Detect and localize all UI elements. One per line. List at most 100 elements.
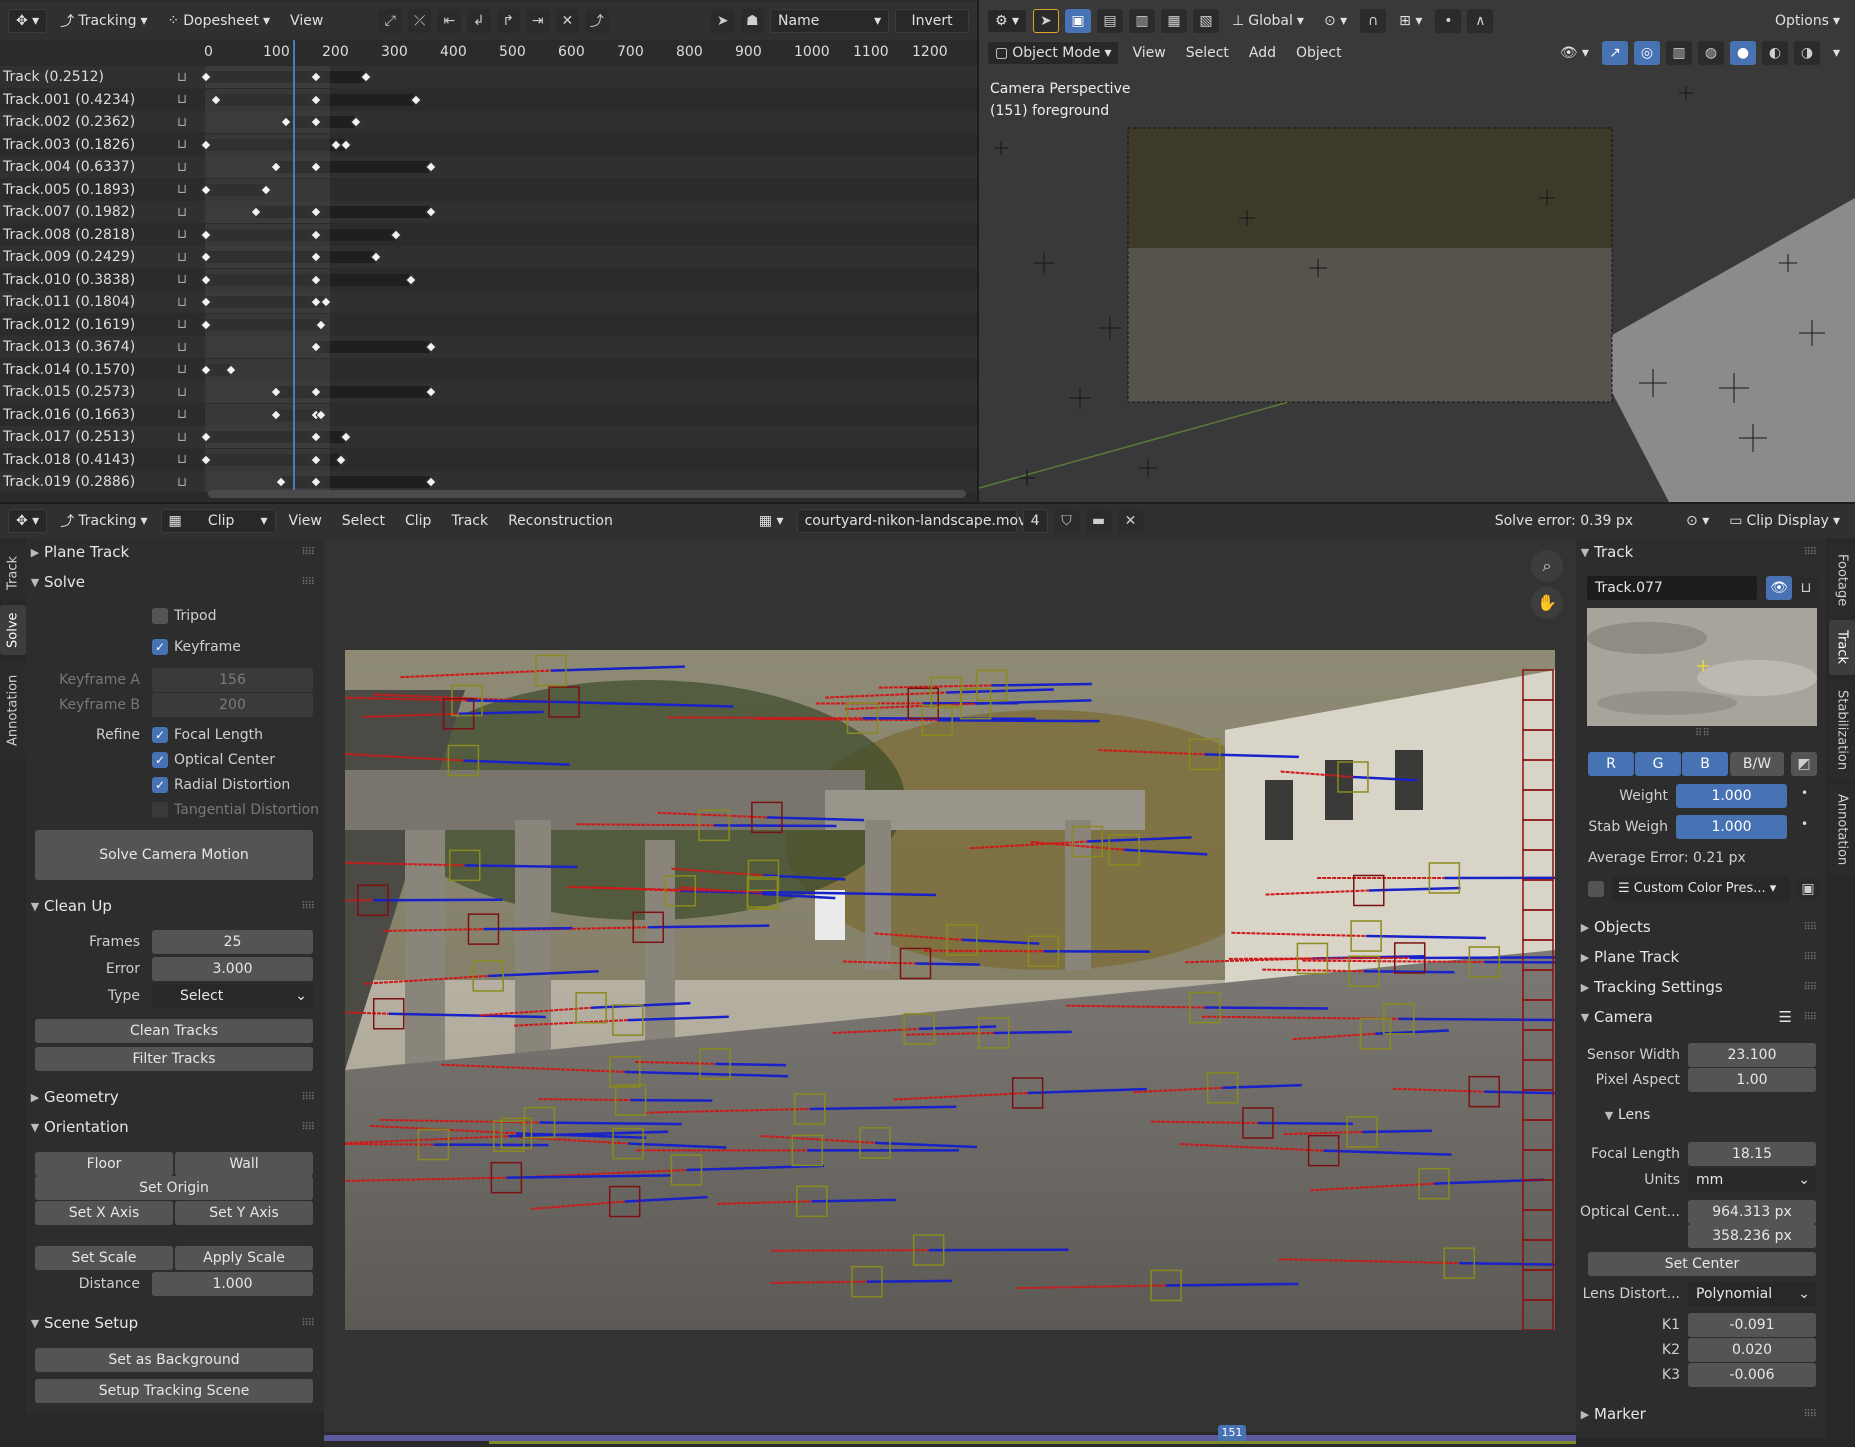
- clip-tracking-dropdown[interactable]: ⤴ Tracking ▾: [53, 509, 154, 533]
- plane-track-right-panel-header[interactable]: ▶ Plane Track ⠿⠿: [1576, 943, 1826, 971]
- pan-hand-icon[interactable]: ✋: [1531, 587, 1563, 619]
- grip-icon[interactable]: ⠿⠿: [1803, 547, 1817, 558]
- set-origin-button[interactable]: Set Origin: [35, 1176, 313, 1200]
- lock-icon[interactable]: ⊔: [177, 160, 187, 175]
- optical-center-y-field[interactable]: 358.236 px: [1688, 1224, 1816, 1248]
- lens-subpanel-header[interactable]: ▼ Lens: [1600, 1107, 1651, 1123]
- dopesheet-mode-dropdown[interactable]: ⁘ Dopesheet ▾: [161, 9, 278, 33]
- plane-track-panel-header[interactable]: ▶ Plane Track ⠿⠿: [26, 538, 324, 566]
- overlay-icon[interactable]: ◎: [1633, 41, 1660, 65]
- clip-timeline-bar[interactable]: 151: [324, 1425, 1576, 1447]
- setup-tracking-scene-button[interactable]: Setup Tracking Scene: [35, 1379, 313, 1403]
- track-row[interactable]: Track.010 (0.3838) ⊔: [0, 268, 977, 291]
- optical-center-x-field[interactable]: 964.313 px: [1688, 1200, 1816, 1224]
- track-row[interactable]: Track.003 (0.1826) ⊔: [0, 133, 977, 156]
- camera-panel-header[interactable]: ▼ Camera ☰ ⠿⠿: [1576, 1003, 1826, 1031]
- lock-icon[interactable]: ⊔: [177, 227, 187, 242]
- xray-icon[interactable]: ▥: [1665, 41, 1692, 65]
- select-subtract-icon[interactable]: ▥: [1129, 9, 1156, 33]
- lock-icon[interactable]: ⊔: [177, 452, 187, 467]
- track-row[interactable]: Track.001 (0.4234) ⊔: [0, 88, 977, 111]
- geometry-panel-header[interactable]: ▶ Geometry ⠿⠿: [26, 1083, 324, 1111]
- lock-icon[interactable]: ⊔: [177, 362, 187, 377]
- open-folder-icon[interactable]: ▬: [1085, 509, 1112, 533]
- invert-preview-icon[interactable]: ◩: [1791, 752, 1817, 776]
- track-row[interactable]: Track.009 (0.2429) ⊔: [0, 246, 977, 268]
- color-swatch-icon[interactable]: ▣: [1795, 877, 1821, 901]
- tab-annotation[interactable]: Annotation: [0, 660, 26, 760]
- lock-icon[interactable]: ⊔: [177, 205, 187, 220]
- set-scale-button[interactable]: Set Scale: [35, 1246, 173, 1270]
- grip-icon[interactable]: ⠿⠿: [1803, 952, 1817, 963]
- stab-weight-field[interactable]: 1.000: [1676, 815, 1787, 839]
- keyframe-tool-icon[interactable]: ⤢: [378, 9, 402, 33]
- track-panel-header[interactable]: ▼ Track ⠿⠿: [1576, 538, 1826, 566]
- track-row[interactable]: Track.019 (0.2886) ⊔: [0, 471, 977, 492]
- clip-mode-dropdown[interactable]: ▦ Clip ▾: [160, 509, 276, 533]
- material-shading-icon[interactable]: ◐: [1761, 41, 1788, 65]
- viewport-menu-select[interactable]: Select: [1179, 41, 1236, 65]
- select-icon[interactable]: ➤: [711, 9, 735, 33]
- grip-icon[interactable]: ⠿⠿: [301, 1092, 315, 1103]
- keyframe-b-field[interactable]: 200: [152, 693, 313, 717]
- track-row[interactable]: Track.013 (0.3674) ⊔: [0, 336, 977, 358]
- lock-icon[interactable]: ⊔: [177, 250, 187, 265]
- grip-icon[interactable]: ⠿⠿: [301, 1122, 315, 1133]
- weight-field[interactable]: 1.000: [1676, 784, 1787, 808]
- jump-start-icon[interactable]: ⇤: [437, 9, 461, 33]
- eye-icon[interactable]: 👁: [1766, 576, 1792, 600]
- pivot-dropdown[interactable]: ⊙ ▾: [1679, 509, 1716, 533]
- lock-icon[interactable]: ⊔: [177, 430, 187, 445]
- track-row[interactable]: Track.012 (0.1619) ⊔: [0, 313, 977, 336]
- track-row[interactable]: Track.008 (0.2818) ⊔: [0, 223, 977, 246]
- presets-list-icon[interactable]: ☰: [1779, 1008, 1792, 1026]
- tripod-checkbox[interactable]: Tripod: [152, 608, 216, 624]
- lock-icon[interactable]: ⊔: [177, 407, 187, 422]
- lock-icon[interactable]: ⊔: [177, 182, 187, 197]
- zoom-icon[interactable]: ⌕: [1531, 550, 1563, 582]
- set-center-button[interactable]: Set Center: [1588, 1252, 1816, 1276]
- view-menu[interactable]: View: [283, 9, 330, 33]
- lock-icon[interactable]: ⊔: [177, 385, 187, 400]
- track-row[interactable]: Track (0.2512) ⊔: [0, 66, 977, 88]
- close-icon[interactable]: ✕: [1117, 509, 1144, 533]
- tangential-distortion-checkbox[interactable]: Tangential Distortion: [152, 802, 319, 818]
- wall-button[interactable]: Wall: [175, 1152, 313, 1176]
- lock-icon[interactable]: ⊔: [177, 115, 187, 130]
- channel-b-button[interactable]: B: [1682, 752, 1728, 776]
- grip-icon[interactable]: ⠿⠿: [301, 547, 315, 558]
- viewport-menu-add[interactable]: Add: [1242, 41, 1283, 65]
- select-tool-icon[interactable]: ➤: [1033, 9, 1060, 33]
- lock-icon[interactable]: ⊔: [177, 92, 187, 107]
- transform-orientation-dropdown[interactable]: ⊥ Global ▾: [1225, 9, 1311, 33]
- jump-prev-icon[interactable]: ↲: [467, 9, 491, 33]
- visibility-dropdown[interactable]: 👁 ▾: [1553, 41, 1596, 65]
- set-y-axis-button[interactable]: Set Y Axis: [175, 1201, 313, 1225]
- tracking-settings-panel-header[interactable]: ▶ Tracking Settings ⠿⠿: [1576, 973, 1826, 1001]
- fake-user-shield-icon[interactable]: ⛉: [1053, 509, 1080, 533]
- lock-icon[interactable]: ⊔: [177, 317, 187, 332]
- clip-menu-track[interactable]: Track: [444, 509, 495, 533]
- grip-icon[interactable]: ⠿⠿: [1803, 922, 1817, 933]
- distance-field[interactable]: 1.000: [152, 1272, 313, 1296]
- tab-track-right[interactable]: Track: [1829, 620, 1855, 675]
- delete-track-icon[interactable]: ✕: [555, 9, 580, 33]
- k3-field[interactable]: -0.006: [1688, 1363, 1816, 1387]
- grip-icon[interactable]: ⠿⠿: [301, 577, 315, 588]
- clean-tracks-button[interactable]: Clean Tracks: [35, 1019, 313, 1043]
- focal-length-field[interactable]: 18.15: [1688, 1142, 1816, 1166]
- invert-button[interactable]: Invert: [895, 9, 970, 33]
- preview-grip-icon[interactable]: ⠿⠿: [1695, 728, 1710, 739]
- jump-next-icon[interactable]: ↱: [496, 9, 521, 33]
- pivot-dropdown[interactable]: ⊙ ▾: [1317, 9, 1354, 33]
- grip-icon[interactable]: ⠿⠿: [1803, 982, 1817, 993]
- channel-bw-button[interactable]: B/W: [1730, 752, 1784, 776]
- grip-icon[interactable]: ⠿⠿: [301, 901, 315, 912]
- type-dropdown[interactable]: Select ⌄: [152, 984, 313, 1008]
- track-row[interactable]: Track.011 (0.1804) ⊔: [0, 291, 977, 313]
- join-icon[interactable]: ⤴: [585, 9, 609, 33]
- select-box-icon[interactable]: ▣: [1065, 9, 1092, 33]
- clip-users-count[interactable]: 4: [1022, 509, 1048, 533]
- options-dropdown[interactable]: Options ▾: [1768, 9, 1847, 33]
- keyframe-a-field[interactable]: 156: [152, 668, 313, 692]
